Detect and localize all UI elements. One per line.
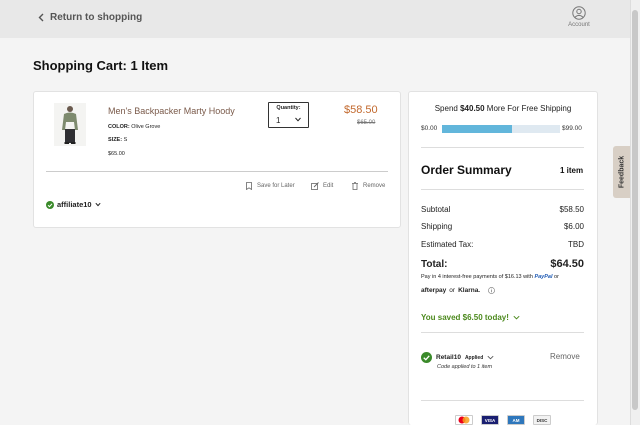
quantity-label: Quantity: [276, 105, 301, 111]
total-label: Total: [421, 259, 448, 270]
unit-price: $65.00 [108, 151, 125, 157]
bnpl-options: afterpay or Klarna. [421, 287, 495, 294]
edit-icon [311, 182, 319, 190]
divider [421, 332, 584, 333]
account-label: Account [568, 22, 590, 28]
free-shipping-progress-bar [442, 125, 560, 133]
return-to-shopping-link[interactable]: Return to shopping [38, 12, 142, 23]
top-bar: Return to shopping Account [0, 0, 630, 38]
feedback-tab[interactable]: Feedback [613, 146, 630, 198]
promo-applied-label: Applied [464, 354, 484, 361]
color-label: COLOR: [108, 124, 130, 130]
divider [421, 147, 584, 148]
visa-label: VISA [484, 417, 496, 423]
size-value: S [123, 137, 128, 143]
estimated-tax-label: Estimated Tax: [421, 240, 474, 249]
free-shipping-amount: $40.50 [460, 104, 485, 113]
product-size: SIZE: S [108, 137, 127, 143]
check-circle-icon [421, 352, 432, 363]
page-scrollbar[interactable] [630, 0, 640, 425]
chevron-left-icon [38, 13, 44, 22]
size-label: SIZE: [108, 137, 123, 143]
paypal-link[interactable]: PayPal [534, 274, 552, 280]
subtotal-value: $58.50 [559, 205, 584, 214]
amex-label: AM [512, 417, 520, 423]
progress-max-label: $99.00 [562, 125, 582, 132]
subtotal-label: Subtotal [421, 205, 451, 214]
shipping-value: $6.00 [563, 222, 584, 231]
total-value: $64.50 [550, 258, 584, 270]
estimated-tax-value: TBD [568, 240, 584, 249]
chevron-down-icon [95, 202, 101, 207]
free-shipping-banner: Spend $40.50 More For Free Shipping [408, 104, 598, 113]
free-shipping-suffix: More For Free Shipping [486, 104, 572, 113]
info-icon[interactable] [488, 287, 495, 294]
savings-toggle[interactable]: You saved $6.50 today! [421, 313, 520, 322]
visa-icon: VISA [481, 415, 499, 425]
payment-card-logos: VISA AM DISC [455, 415, 551, 425]
feedback-label: Feedback [618, 155, 625, 189]
order-summary-title: Order Summary [421, 163, 512, 177]
free-shipping-prefix: Spend [434, 104, 458, 113]
divider [421, 400, 584, 401]
shipping-label: Shipping [421, 222, 453, 231]
order-item-count: 1 item [560, 166, 584, 175]
item-original-price: $65.00 [357, 120, 376, 126]
bookmark-icon [246, 182, 252, 190]
save-for-later-label: Save for Later [257, 183, 295, 189]
color-value: Olive Grove [131, 124, 161, 130]
remove-promo-button[interactable]: Remove [550, 352, 580, 361]
mastercard-icon [455, 415, 473, 425]
divider [46, 171, 388, 172]
afterpay-link[interactable]: afterpay [421, 287, 446, 294]
item-price: $58.50 [344, 104, 378, 116]
product-color: COLOR: Olive Grove [108, 124, 160, 130]
remove-item-label: Remove [363, 183, 386, 189]
chevron-down-icon[interactable] [487, 355, 494, 360]
or-label: or [449, 287, 456, 294]
progress-min-label: $0.00 [421, 125, 438, 132]
quantity-select[interactable]: Quantity: 1 [268, 102, 309, 128]
savings-text: You saved $6.50 today! [421, 313, 509, 322]
promo-code: Retail10 [436, 354, 461, 361]
chevron-down-icon [295, 117, 301, 122]
check-circle-icon [46, 200, 54, 209]
progress-fill [442, 125, 512, 133]
return-to-shopping-label: Return to shopping [50, 12, 143, 23]
chevron-down-icon [513, 315, 520, 320]
trash-icon [352, 182, 358, 190]
discover-icon: DISC [533, 415, 551, 425]
account-button[interactable]: Account [564, 6, 594, 28]
quantity-value: 1 [276, 116, 281, 125]
divider [421, 189, 584, 190]
remove-item-button[interactable]: Remove [351, 182, 385, 190]
klarna-link[interactable]: Klarna. [458, 287, 480, 294]
user-icon [572, 6, 586, 20]
amex-icon: AM [507, 415, 525, 425]
product-name-link[interactable]: Men's Backpacker Marty Hoody [108, 106, 235, 116]
edit-label: Edit [323, 183, 334, 189]
page-title: Shopping Cart: 1 Item [33, 58, 169, 73]
affiliate-code: affiliate10 [57, 200, 92, 209]
installments-text: Pay in 4 interest-free payments of $16.1… [421, 274, 591, 281]
installments-description: Pay in 4 interest-free payments of $16.1… [421, 274, 533, 280]
affiliate-code-toggle[interactable]: affiliate10 [46, 200, 101, 209]
save-for-later-button[interactable]: Save for Later [245, 182, 295, 190]
discover-label: DISC [536, 417, 548, 423]
edit-button[interactable]: Edit [311, 182, 333, 190]
product-image[interactable] [54, 103, 86, 146]
promo-sub-text: Code applied to 1 item [437, 364, 493, 370]
promo-code-row: Retail10 Applied [421, 352, 494, 363]
or-label: or [554, 274, 559, 280]
scrollbar-thumb[interactable] [632, 10, 638, 410]
